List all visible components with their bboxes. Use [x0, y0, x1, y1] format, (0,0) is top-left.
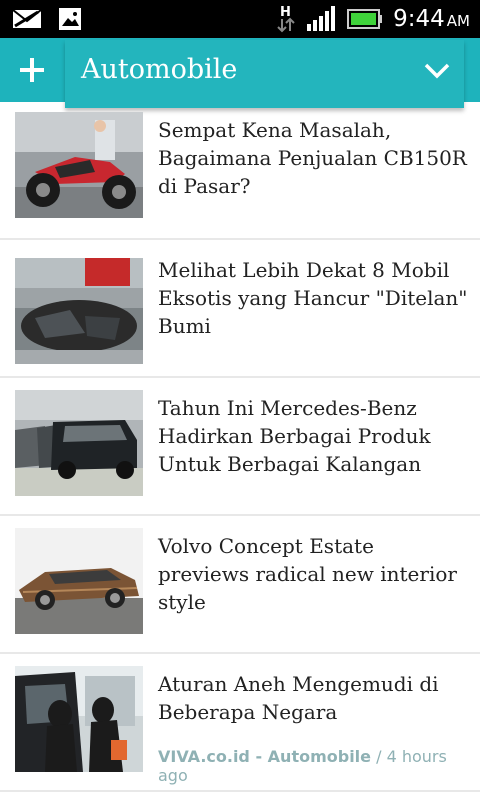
clock-time: 9:44 [393, 6, 445, 32]
status-bar: H 9:44 AM [0, 0, 480, 38]
network-label: H [280, 5, 291, 20]
battery-icon [347, 9, 383, 29]
article-meta: VIVA.co.id - Automobile / 4 hours ago [158, 747, 480, 785]
article-thumbnail [15, 112, 143, 218]
app-bar: Automobile [0, 38, 480, 108]
article-item[interactable]: Sempat Kena Masalah, Bagaimana Penjualan… [0, 102, 480, 240]
article-item[interactable]: Tahun Ini Mercedes-Benz Hadirkan Berbaga… [0, 378, 480, 516]
chevron-down-icon [424, 63, 450, 79]
article-title: Aturan Aneh Mengemudi di Beberapa Negara [158, 672, 439, 724]
clock-ampm: AM [446, 12, 470, 30]
article-thumbnail [15, 666, 143, 772]
women-car-photo [15, 666, 143, 772]
plus-icon [20, 58, 44, 82]
meta-separator: / [376, 747, 382, 766]
article-item[interactable]: Aturan Aneh Mengemudi di Beberapa Negara… [0, 654, 480, 792]
article-thumbnail [15, 528, 143, 634]
sinkhole-photo [15, 258, 143, 364]
article-title: Tahun Ini Mercedes-Benz Hadirkan Berbaga… [158, 396, 431, 476]
add-button[interactable] [0, 38, 64, 102]
network-h-icon: H [277, 5, 295, 33]
signal-icon [307, 6, 336, 31]
article-item[interactable]: Volvo Concept Estate previews radical ne… [0, 516, 480, 654]
article-source: VIVA.co.id - Automobile [158, 747, 372, 766]
article-title: Volvo Concept Estate previews radical ne… [158, 534, 457, 614]
motorcycle-photo [15, 112, 143, 218]
article-title: Melihat Lebih Dekat 8 Mobil Eksotis yang… [158, 258, 468, 338]
volvo-photo [15, 528, 143, 634]
article-thumbnail [15, 390, 143, 496]
article-thumbnail [15, 258, 143, 364]
article-item[interactable]: Melihat Lebih Dekat 8 Mobil Eksotis yang… [0, 240, 480, 378]
category-dropdown[interactable]: Automobile [65, 40, 464, 108]
mercedes-photo [15, 390, 143, 496]
mail-icon [12, 9, 42, 28]
article-title: Sempat Kena Masalah, Bagaimana Penjualan… [158, 118, 467, 198]
category-label: Automobile [81, 54, 238, 85]
image-icon [59, 8, 81, 30]
clock: 9:44 AM [393, 6, 470, 32]
